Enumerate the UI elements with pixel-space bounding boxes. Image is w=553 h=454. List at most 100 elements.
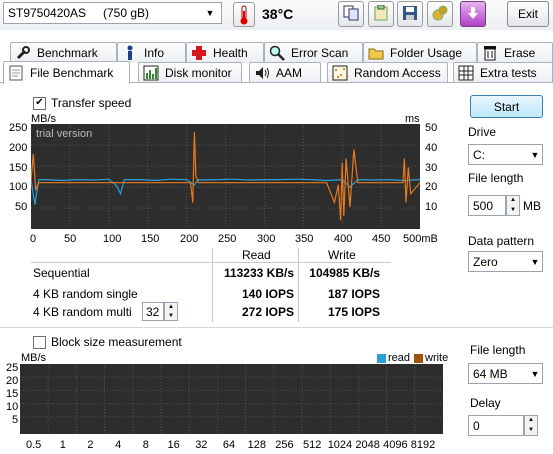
sequential-read-value: 113233 KB/s — [223, 266, 294, 280]
bottom-x-tick: 1 — [59, 439, 66, 451]
x-tick: 50 — [64, 233, 77, 245]
bottom-x-tick: 32 — [195, 439, 208, 451]
queue-depth-spinner[interactable]: ▲ ▼ — [164, 302, 178, 321]
start-button[interactable]: Start — [470, 95, 543, 118]
bottom-x-tick: 64 — [222, 439, 236, 451]
bottom-x-tick: 8 — [142, 439, 149, 451]
drive-dropdown[interactable]: C: ▼ — [468, 144, 543, 165]
tab-disk-monitor[interactable]: Disk monitor — [138, 62, 242, 83]
tab-aam[interactable]: AAM — [249, 62, 321, 83]
drive-size: (750 gB) — [103, 6, 150, 20]
spin-up-icon[interactable]: ▲ — [165, 303, 177, 312]
tab-error-scan[interactable]: Error Scan — [264, 42, 363, 63]
temperature-value: 38°C — [262, 6, 294, 22]
y-left-tick: 150 — [9, 162, 28, 174]
screenshot-button[interactable] — [460, 1, 486, 27]
section-divider — [0, 327, 553, 328]
tab-label: Error Scan — [291, 46, 349, 60]
spin-up-icon[interactable]: ▲ — [525, 416, 537, 426]
x-tick: 350 — [295, 233, 314, 245]
4kb-multi-write-value: 175 IOPS — [327, 305, 380, 319]
tab-file-benchmark[interactable]: File Benchmark — [3, 61, 130, 84]
sequential-write-value: 104985 KB/s — [309, 266, 380, 280]
delay-input[interactable]: 0 — [468, 415, 524, 436]
block-size-graph — [20, 364, 443, 434]
tab-erase[interactable]: Erase — [477, 42, 553, 63]
options-button[interactable] — [427, 1, 453, 27]
tab-benchmark[interactable]: Benchmark — [10, 42, 117, 63]
chevron-down-icon: ▼ — [530, 256, 540, 267]
delay-spinner[interactable]: ▲ ▼ — [524, 415, 538, 436]
copy-button[interactable] — [338, 1, 364, 27]
y-right-tick: 30 — [425, 162, 438, 174]
tab-extra-tests[interactable]: Extra tests — [453, 62, 553, 83]
x-tick: 250 — [218, 233, 237, 245]
copy-text-button[interactable] — [368, 1, 394, 27]
trial-watermark: trial version — [36, 128, 93, 140]
copy-icon — [343, 5, 359, 24]
transfer-speed-graph: trial version — [31, 124, 420, 229]
tab-label: AAM — [276, 66, 303, 80]
exit-button[interactable]: Exit — [507, 1, 549, 27]
spin-down-icon[interactable]: ▼ — [507, 206, 519, 216]
file-length2-value: 64 MB — [473, 366, 508, 381]
read-header: Read — [242, 248, 271, 262]
x-tick: 150 — [141, 233, 160, 245]
bottom-x-tick: 1024 — [327, 439, 353, 451]
tab-label: Erase — [504, 46, 536, 60]
x-tick: 100 — [103, 233, 122, 245]
tab-health[interactable]: Health — [186, 42, 264, 63]
queue-depth-input[interactable]: 32 — [142, 302, 164, 321]
checkbox-box[interactable] — [33, 335, 46, 349]
start-label: Start — [493, 99, 520, 114]
drive-select[interactable]: ST9750420AS (750 gB) ▼ — [3, 2, 222, 24]
bottom-x-tick: 8192 — [410, 439, 436, 451]
tab-folder-usage[interactable]: Folder Usage — [363, 42, 477, 63]
grid-icon — [458, 65, 474, 81]
bottom-x-tick: 4096 — [383, 439, 408, 451]
exit-label: Exit — [517, 7, 538, 21]
tab-random-access[interactable]: Random Access — [327, 62, 448, 83]
tab-label: Folder Usage — [390, 46, 463, 60]
legend-write: write — [414, 352, 448, 364]
delay-label: Delay — [470, 396, 501, 410]
clipboard-icon — [373, 4, 389, 24]
y-right-tick: 50 — [425, 122, 438, 134]
checkbox-box[interactable]: ✔ — [33, 96, 46, 110]
data-pattern-dropdown[interactable]: Zero ▼ — [468, 251, 543, 272]
data-pattern-value: Zero — [473, 254, 498, 269]
file-length-spinner[interactable]: ▲ ▼ — [506, 195, 520, 216]
tab-label: Extra tests — [480, 66, 537, 80]
bottom-y-tick: 5 — [12, 414, 19, 426]
block-size-checkbox[interactable]: Block size measurement — [33, 335, 182, 349]
tab-label: Random Access — [354, 66, 441, 80]
tab-info[interactable]: Info — [117, 42, 186, 63]
bottom-x-tick: 16 — [167, 439, 180, 451]
divider — [212, 248, 213, 322]
bottom-x-tick: 256 — [275, 439, 294, 451]
save-button[interactable] — [397, 1, 423, 27]
gears-icon — [432, 5, 448, 24]
red-cross-icon — [191, 45, 207, 61]
x-tick: 0 — [30, 233, 37, 245]
file-length2-dropdown[interactable]: 64 MB ▼ — [468, 363, 543, 384]
spin-down-icon[interactable]: ▼ — [525, 426, 537, 436]
spin-up-icon[interactable]: ▲ — [507, 196, 519, 206]
scatter-icon — [332, 65, 348, 81]
transfer-speed-checkbox[interactable]: ✔ Transfer speed — [33, 96, 131, 110]
block-size-label: Block size measurement — [51, 335, 182, 349]
spin-down-icon[interactable]: ▼ — [165, 312, 177, 321]
arrow-down-icon — [465, 5, 481, 24]
tab-label: Benchmark — [37, 46, 98, 60]
file-length2-label: File length — [470, 343, 526, 357]
bottom-y-tick: 20 — [6, 375, 19, 387]
x-tick: 500mB — [403, 233, 438, 245]
file-length-label: File length — [468, 171, 524, 185]
file-length-input[interactable]: 500 — [468, 195, 506, 216]
read-swatch — [377, 353, 386, 363]
4kb-single-read-value: 140 IOPS — [241, 287, 294, 301]
chevron-down-icon: ▼ — [530, 368, 540, 379]
4kb-single-write-value: 187 IOPS — [327, 287, 380, 301]
y-right-tick: 10 — [425, 201, 438, 213]
folder-icon — [368, 45, 384, 61]
